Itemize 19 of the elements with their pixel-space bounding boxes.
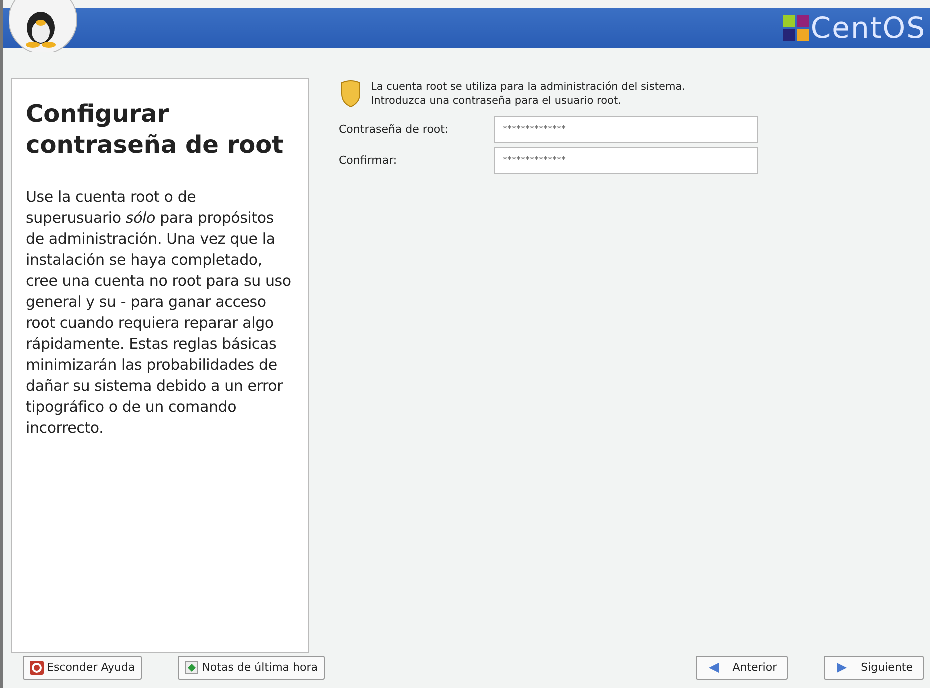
password-field[interactable]: ************** (494, 147, 758, 174)
hide-help-button[interactable]: Esconder Ayuda (23, 656, 142, 680)
intro-text: La cuenta root se utiliza para la administración del sistema. (371, 80, 686, 94)
lifebuoy-icon (30, 661, 44, 675)
field-label: Contraseña de root: (339, 122, 450, 138)
back-arrow-icon (706, 661, 721, 675)
logo-text: CentOS (810, 14, 926, 42)
next-arrow-icon (835, 661, 850, 675)
next-button[interactable]: Siguiente (824, 656, 924, 680)
password-field[interactable]: ************** (494, 116, 758, 144)
intro-text: Introduzca una contraseña para el usuario root. (371, 94, 622, 108)
shield-icon (339, 80, 363, 108)
help-text: Use la cuenta root o de superusuario sólo para propósitos de administración. Una vez que la instalación se haya completado, cree una cuenta no root para su uso general y su - para ganar acceso root cuando requiera reparar algo rápidamente. Estas reglas básicas minimizarán las probabilidades de dañar su sistema debido a un error tipográfico o de un comando incorrecto. (26, 187, 292, 440)
note-icon (185, 661, 200, 675)
back-button[interactable]: Anterior (696, 656, 788, 680)
help-title: Configurar contraseña de root (26, 99, 285, 162)
logo-icon (780, 13, 811, 43)
release-notes-button[interactable]: Notas de última hora (178, 656, 325, 680)
field-label: Confirmar: (339, 152, 398, 169)
